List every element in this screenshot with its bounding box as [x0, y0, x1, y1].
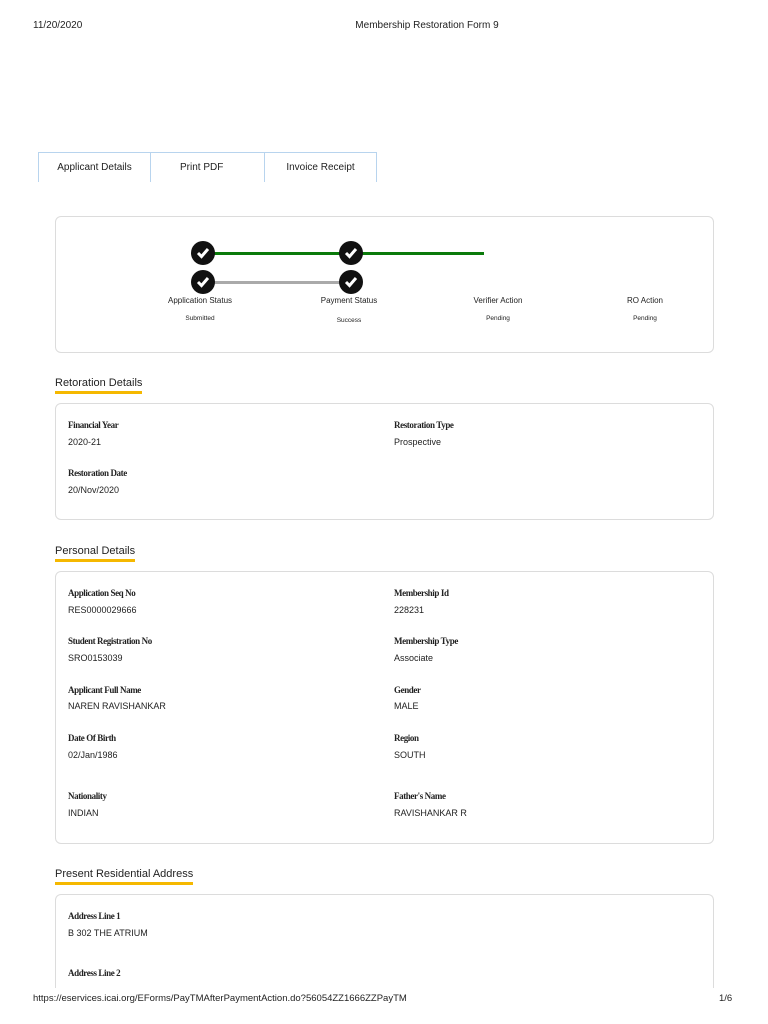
field-label: Nationality [68, 791, 107, 801]
field-label: Financial Year [68, 420, 119, 430]
section-title-restoration: Retoration Details [55, 377, 143, 394]
field-label: Restoration Date [68, 468, 127, 478]
field-value: Prospective [394, 437, 442, 447]
field-value: 02/Jan/1986 [68, 750, 118, 760]
step-label: Application Status [167, 296, 233, 305]
field-label: Restoration Type [394, 420, 454, 430]
section-title-address: Present Residential Address [55, 868, 194, 885]
field-value: 2020-21 [68, 437, 102, 447]
field-value: SOUTH [394, 750, 426, 760]
check-circle-icon [339, 270, 363, 294]
tab-applicant-details[interactable]: Applicant Details [38, 152, 150, 182]
status-stepper [55, 216, 714, 353]
check-circle-icon [339, 241, 363, 265]
field-value: RES0000029666 [68, 605, 137, 615]
step-status: Pending [486, 315, 510, 322]
check-circle-icon [191, 241, 215, 265]
section-title-personal: Personal Details [55, 545, 136, 562]
field-label: Father's Name [394, 791, 446, 801]
field-value: 228231 [394, 605, 425, 615]
step-status: Success [336, 317, 362, 324]
step-label: Verifier Action [473, 296, 523, 305]
field-value: RAVISHANKAR R [394, 808, 467, 818]
field-value: B 302 THE ATRIUM [68, 928, 148, 938]
progress-line-gray [214, 281, 340, 284]
field-value: Associate [394, 653, 434, 663]
step-label: Payment Status [320, 296, 378, 305]
field-label: Address Line 2 [68, 968, 121, 978]
field-value: NAREN RAVISHANKAR [68, 701, 166, 711]
field-value: INDIAN [68, 808, 99, 818]
field-label: Applicant Full Name [68, 685, 141, 695]
field-value: 20/Nov/2020 [68, 485, 120, 495]
field-value: MALE [394, 701, 419, 711]
step-status: Submitted [185, 315, 215, 322]
field-label: Gender [394, 685, 421, 695]
print-url: https://eservices.icai.org/EForms/PayTMA… [33, 993, 407, 1004]
print-title: Membership Restoration Form 9 [355, 20, 499, 31]
step-status: Pending [633, 315, 657, 322]
page-number: 1/6 [719, 993, 733, 1004]
field-label: Address Line 1 [68, 911, 121, 921]
tab-invoice-receipt[interactable]: Invoice Receipt [264, 152, 377, 182]
field-value: SRO0153039 [68, 653, 123, 663]
step-label: RO Action [626, 296, 664, 305]
restoration-card [55, 403, 714, 520]
field-label: Application Seq No [68, 588, 136, 598]
check-circle-icon [191, 270, 215, 294]
field-label: Student Registration No [68, 636, 152, 646]
field-label: Date Of Birth [68, 733, 116, 743]
tab-print-pdf[interactable]: Print PDF [150, 152, 264, 182]
field-label: Membership Id [394, 588, 449, 598]
field-label: Region [394, 733, 419, 743]
field-label: Membership Type [394, 636, 458, 646]
